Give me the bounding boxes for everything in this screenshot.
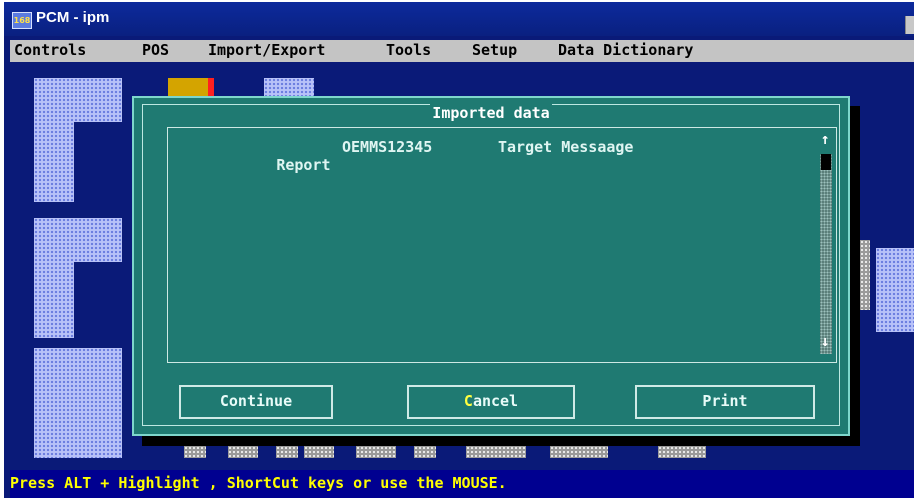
- menu-bar: Controls POS Import/Export Tools Setup D…: [10, 40, 914, 62]
- menu-data-dictionary[interactable]: Data Dictionary: [558, 41, 693, 59]
- menu-pos[interactable]: POS: [142, 41, 169, 59]
- scroll-down-arrow-icon[interactable]: ↓: [816, 334, 834, 349]
- window-title: PCM - ipm: [36, 9, 110, 26]
- menu-setup[interactable]: Setup: [472, 41, 517, 59]
- title-bar[interactable]: 168 PCM - ipm: [4, 2, 914, 36]
- status-bar: Press ALT + Highlight , ShortCut keys or…: [10, 470, 914, 498]
- list-item[interactable]: Report OEMMS12345 Target Messaage: [186, 138, 633, 228]
- continue-button-label: Continue: [219, 392, 293, 410]
- row-message: Target Messaage: [498, 138, 634, 156]
- imported-data-list[interactable]: Report OEMMS12345 Target Messaage ↑ ↓: [167, 127, 837, 363]
- scroll-up-arrow-icon[interactable]: ↑: [816, 132, 834, 147]
- imported-data-dialog: Imported data Report OEMMS12345 Target M…: [132, 96, 850, 436]
- print-button-label: Print: [702, 392, 748, 410]
- row-code: OEMMS12345: [342, 138, 433, 156]
- minimize-button[interactable]: [905, 16, 914, 34]
- scrollbar-thumb[interactable]: [821, 154, 831, 170]
- dialog-frame: Imported data Report OEMMS12345 Target M…: [142, 104, 840, 426]
- row-type: Report: [276, 156, 331, 174]
- menu-tools[interactable]: Tools: [386, 41, 431, 59]
- cancel-button-label: ancel: [472, 392, 519, 410]
- dialog-title: Imported data: [430, 104, 552, 122]
- scrollbar-track[interactable]: [820, 154, 832, 354]
- continue-button[interactable]: Continue: [179, 385, 333, 419]
- menu-import-export[interactable]: Import/Export: [208, 41, 325, 59]
- app-icon: 168: [12, 12, 32, 29]
- app-window: 168 PCM - ipm Controls POS Import/Export…: [4, 2, 914, 498]
- menu-controls[interactable]: Controls: [14, 41, 86, 59]
- status-text: Press ALT + Highlight , ShortCut keys or…: [10, 474, 507, 492]
- cancel-hotkey: C: [463, 392, 473, 410]
- cancel-button[interactable]: Cancel: [407, 385, 575, 419]
- print-button[interactable]: Print: [635, 385, 815, 419]
